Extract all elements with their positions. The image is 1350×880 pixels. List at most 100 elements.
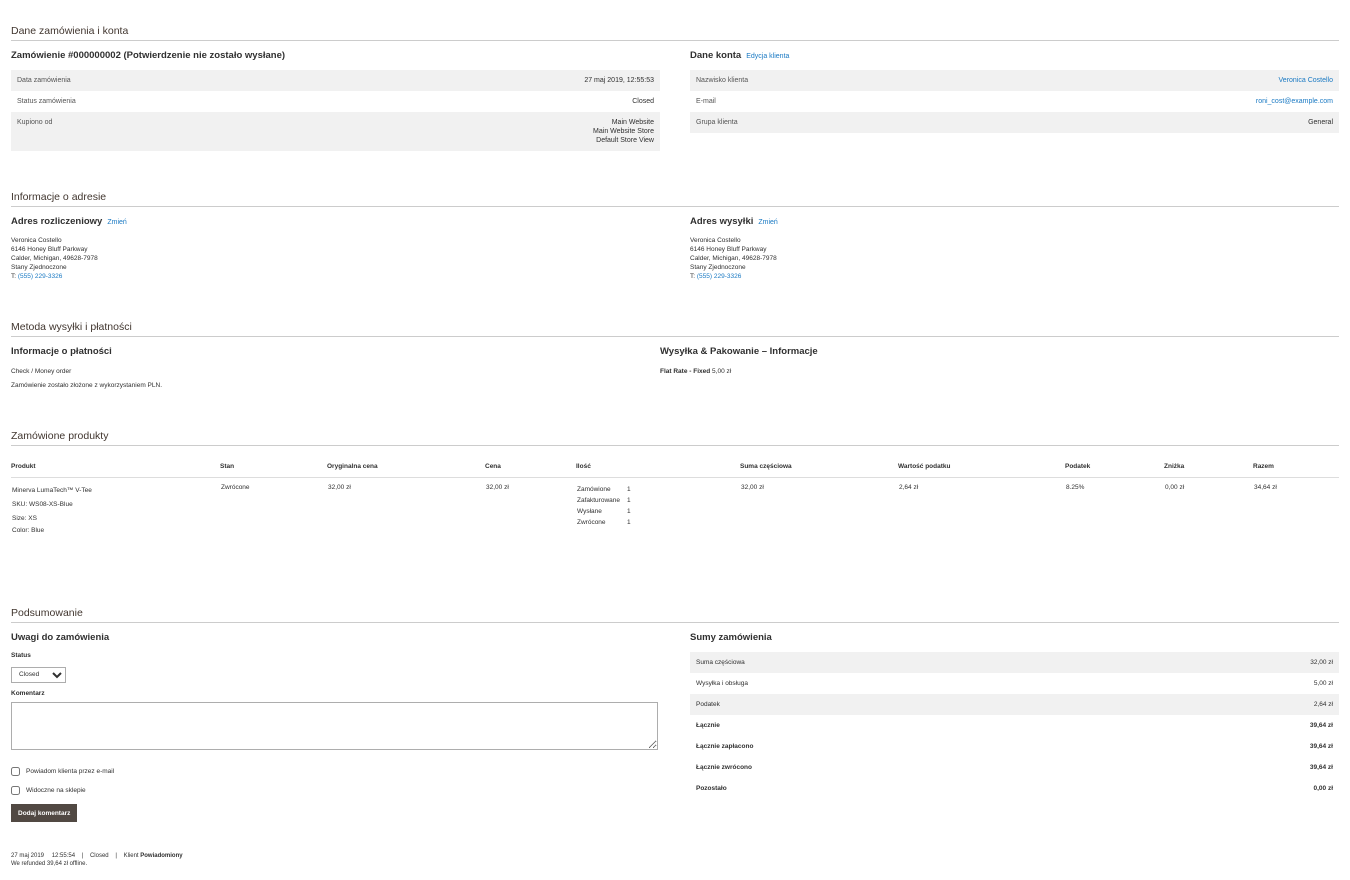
- payment-shipping-section: Metoda wysyłki i płatności Informacje o …: [11, 321, 1339, 389]
- shipping-info-heading: Wysyłka & Pakowanie – Informacje: [660, 346, 818, 357]
- item-price: 32,00 zł: [486, 484, 509, 491]
- comment-textarea[interactable]: [11, 701, 658, 750]
- subtotal-value: 32,00 zł: [1120, 652, 1339, 673]
- col-tax-amount: Wartość podatku: [898, 460, 1065, 478]
- col-subtotal: Suma częściowa: [740, 460, 898, 478]
- total-due-value: 0,00 zł: [1313, 785, 1333, 792]
- edit-customer-link[interactable]: Edycja klienta: [746, 53, 789, 60]
- table-row: Suma częściowa 32,00 zł: [690, 652, 1339, 673]
- comment-label: Komentarz: [11, 689, 45, 697]
- shipping-street: 6146 Honey Bluff Parkway: [690, 246, 767, 253]
- shipping-phone-line: T: (555) 229-3326: [690, 272, 1339, 281]
- table-row: Łącznie zapłacono 39,64 zł: [690, 736, 1339, 757]
- visible-label: Widoczne na sklepie: [26, 786, 86, 794]
- shipping-heading-text: Adres wysyłki: [690, 216, 754, 227]
- history-separator: |: [81, 853, 84, 859]
- customer-group-label: Grupa klienta: [690, 112, 962, 133]
- shipping-phone-prefix: T:: [690, 273, 697, 280]
- account-heading-text: Dane konta: [690, 50, 742, 61]
- order-status-label: Status zamówienia: [17, 98, 76, 105]
- payment-info-block: Informacje o płatności Check / Money ord…: [11, 346, 660, 389]
- item-subtotal: 32,00 zł: [741, 484, 764, 491]
- color-value: Blue: [31, 527, 45, 534]
- status-select[interactable]: Closed: [11, 666, 66, 683]
- notify-checkbox-row[interactable]: Powiadom klienta przez e-mail: [11, 766, 660, 776]
- billing-city: Calder, Michigan, 49628-7978: [11, 255, 98, 262]
- shipping-city: Calder, Michigan, 49628-7978: [690, 255, 777, 262]
- order-info-table: Data zamówienia 27 maj 2019, 12:55:53 St…: [11, 70, 660, 151]
- qty-value: 1: [627, 497, 631, 504]
- store-name: Main Website Store: [593, 128, 654, 135]
- order-date-label: Data zamówienia: [11, 70, 313, 91]
- history-date: 27 maj 2019: [11, 853, 45, 859]
- col-tax-percent: Podatek: [1065, 460, 1164, 478]
- item-sku: SKU: WS08-XS-Blue: [12, 501, 73, 508]
- history-note: We refunded 39,64 zł offline.: [11, 861, 88, 867]
- summary-section: Podsumowanie Uwagi do zamówienia Status …: [11, 607, 1339, 867]
- shipping-handling-label: Wysyłka i obsługa: [696, 680, 748, 687]
- totals-heading: Sumy zamówienia: [690, 632, 772, 643]
- billing-street: 6146 Honey Bluff Parkway: [11, 246, 88, 253]
- item-status: Zwrócone: [221, 484, 250, 491]
- edit-billing-link[interactable]: Zmień: [107, 219, 126, 226]
- billing-phone-link[interactable]: (555) 229-3326: [18, 273, 62, 280]
- total-due-label: Pozostało: [696, 785, 727, 792]
- qty-shipped: Wysłane 1: [577, 506, 739, 517]
- status-select-wrap: Closed: [11, 663, 660, 683]
- table-row: Podatek 2,64 zł: [690, 694, 1339, 715]
- address-section: Informacje o adresie Adres rozliczeniowy…: [11, 191, 1339, 280]
- qty-ordered: Zamówione 1: [577, 484, 739, 495]
- table-row: Łącznie 39,64 zł: [690, 715, 1339, 736]
- add-comment-button[interactable]: Dodaj komentarz: [11, 804, 78, 822]
- history-customer-status: Powiadomiony: [140, 853, 183, 859]
- total-refunded-value: 39,64 zł: [1309, 764, 1333, 771]
- shipping-address: Veronica Costello 6146 Honey Bluff Parkw…: [690, 236, 1339, 281]
- shipping-country: Stany Zjednoczone: [690, 264, 746, 271]
- tax-label: Podatek: [690, 694, 1121, 715]
- item-row-total: 34,64 zł: [1254, 484, 1277, 491]
- email-label: E-mail: [696, 98, 716, 105]
- col-row-total: Razem: [1253, 460, 1339, 478]
- items-table: Produkt Stan Oryginalna cena Cena Ilość …: [11, 460, 1339, 536]
- visible-checkbox-row[interactable]: Widoczne na sklepie: [11, 785, 660, 795]
- table-row: Kupiono od Main Website Main Website Sto…: [11, 112, 660, 151]
- edit-shipping-link[interactable]: Zmień: [758, 219, 777, 226]
- table-row: Status zamówienia Closed: [11, 91, 660, 112]
- email-link[interactable]: roni_cost@example.com: [1256, 98, 1333, 105]
- shipping-address-block: Adres wysyłki Zmień Veronica Costello 614…: [690, 216, 1339, 281]
- total-paid-value: 39,64 zł: [1309, 743, 1333, 750]
- history-customer-label: Klient: [123, 853, 139, 859]
- shipping-phone-link[interactable]: (555) 229-3326: [697, 273, 741, 280]
- website-name: Main Website: [611, 119, 654, 126]
- section-title-order-account: Dane zamówienia i konta: [11, 25, 1339, 41]
- section-title-address: Informacje o adresie: [11, 191, 1339, 207]
- order-account-section: Dane zamówienia i konta Zamówienie #0000…: [11, 25, 1339, 151]
- notify-checkbox[interactable]: [11, 766, 20, 776]
- item-qty-cell: Zamówione 1 Zafakturowane 1 Wysłane 1 Zwróc…: [576, 478, 740, 537]
- account-info-table: Nazwisko klienta Veronica Costello E-mai…: [690, 70, 1339, 133]
- billing-phone-line: T: (555) 229-3326: [11, 272, 660, 281]
- status-label: Status: [11, 652, 31, 659]
- grand-total-label: Łącznie: [696, 722, 720, 729]
- billing-country: Stany Zjednoczone: [11, 264, 67, 271]
- size-label: Size:: [12, 515, 27, 522]
- order-info-block: Zamówienie #000000002 (Potwierdzenie nie…: [11, 50, 660, 151]
- shipping-heading: Adres wysyłki Zmień: [690, 216, 1339, 227]
- comment-wrap: [11, 701, 660, 755]
- col-original-price: Oryginalna cena: [327, 460, 485, 478]
- history-separator: |: [115, 853, 117, 859]
- qty-refunded: Zwrócone 1: [577, 517, 739, 528]
- customer-group-value: General: [961, 112, 1339, 133]
- history-status: Closed: [89, 853, 109, 859]
- totals-table: Suma częściowa 32,00 zł Wysyłka i obsług…: [690, 652, 1339, 799]
- qty-label: Zwrócone: [577, 519, 606, 526]
- history-time: 12:55:54: [51, 853, 76, 859]
- visible-checkbox[interactable]: [11, 785, 20, 795]
- purchased-from-label: Kupiono od: [11, 112, 313, 151]
- item-name: Minerva LumaTech™ V-Tee: [12, 487, 92, 494]
- customer-name-link[interactable]: Veronica Costello: [1279, 77, 1333, 84]
- item-color: Color: Blue: [12, 526, 219, 535]
- ordered-items-section: Zamówione produkty Produkt Stan Oryginal…: [11, 430, 1339, 536]
- order-status-value: Closed: [632, 98, 654, 105]
- billing-address: Veronica Costello 6146 Honey Bluff Parkw…: [11, 236, 660, 281]
